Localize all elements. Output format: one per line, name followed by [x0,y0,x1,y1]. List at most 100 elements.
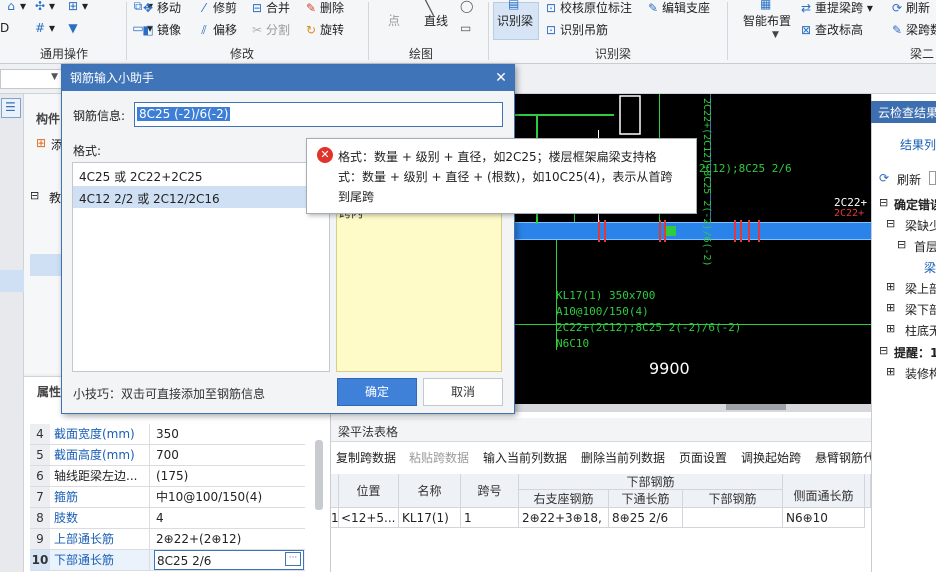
filter-icon[interactable]: ▼ [66,21,82,35]
collapse-icon[interactable]: ⊟ [886,217,895,230]
property-value-editor[interactable]: 8C25 2/6 [154,550,304,570]
panel-toggle-button[interactable]: ☰ [1,98,21,118]
cell-right-support[interactable]: 2⊕22+3⊕18, [519,508,609,528]
ok-button[interactable]: 确定 [337,378,417,406]
hash-icon[interactable]: # ▾ [33,21,55,35]
tooltip-line-1: 格式：数量 + 级别 + 直径，如2C25；楼层框架扁梁支持格 [338,150,657,164]
property-row[interactable]: 9 上部通长筋 2⊕22+(2⊕12) [30,529,305,550]
cell-name[interactable]: KL17(1) [399,508,461,528]
result-item[interactable]: 梁下部 [905,301,936,318]
rotate-button[interactable]: ↻ 旋转 [304,21,344,38]
property-value[interactable]: 4 [154,508,304,528]
merge-button[interactable]: ⊟ 合并 [250,0,290,16]
edit-support-button[interactable]: ✎ 编辑支座 [646,0,710,16]
result-item[interactable]: 梁缺少 [905,217,936,234]
cantilever-rebar-button[interactable]: 悬臂钢筋代 [815,449,871,466]
collapse-icon[interactable]: ⊟ [879,344,888,357]
recognize-stirrup-button[interactable]: ⊡ 识别吊筋 [544,21,608,38]
circle-tool-icon[interactable]: ◯ [460,0,473,13]
paste-span-button[interactable]: 粘贴跨数据 [409,449,469,466]
result-item[interactable]: 梁上部 [905,280,936,297]
add-icon[interactable]: ⊞ [36,136,46,150]
refresh-button[interactable]: 刷新 [897,171,921,188]
result-group-reminders[interactable]: 提醒：1 [894,344,936,361]
verify-annotation-button[interactable]: ⊡ 校核原位标注 [544,0,632,16]
close-icon[interactable]: ✕ [491,68,511,88]
format-item[interactable]: 4C12 2/2 或 2C12/2C16 [79,190,220,207]
property-row[interactable]: 8 肢数 4 [30,508,305,529]
offset-button[interactable]: ⫽ 偏移 [197,21,237,38]
reextract-span-button[interactable]: ⇄ 重提梁跨 ▾ [799,0,873,16]
recognize-beam-button[interactable]: 识别梁 [497,12,533,29]
property-row-selected[interactable]: 10 下部通长筋 8C25 2/6 [30,550,305,571]
property-value[interactable]: 中10@100/150(4) [154,487,304,507]
format-item[interactable]: 4C25 或 2C22+2C25 [79,168,203,185]
property-row[interactable]: 4 截面宽度(mm) 350 [30,424,305,445]
expand-icon[interactable]: ⊞ [886,280,895,293]
result-item[interactable]: 柱底无 [905,322,936,339]
property-row[interactable]: 6 轴线距梁左边... (175) [30,466,305,487]
result-item[interactable]: 装修构 [905,365,936,382]
lock-icon[interactable]: ⌂ ▾ [4,0,26,13]
dialog-title[interactable]: 钢筋输入小助手 [62,65,514,91]
expand-icon[interactable]: ⊞ [886,301,895,314]
result-item[interactable]: 首层 [914,238,936,255]
cell-bottom-rebar[interactable] [683,508,783,528]
property-value[interactable]: 2⊕22+(2⊕12) [154,529,304,549]
result-group-errors[interactable]: 确定错误 [894,196,936,213]
cell-span[interactable]: 1 [461,508,519,528]
property-name: 肢数 [51,508,150,528]
canvas-scrollbar[interactable] [514,404,871,412]
property-value[interactable]: (175) [154,466,304,486]
cell-side-through[interactable]: N6⊕10 [783,508,865,528]
span-data-icon: ✎ [891,23,903,37]
tree-item[interactable]: 教 [49,189,61,206]
left-nav-selected[interactable] [0,270,24,292]
tree-item-selected[interactable] [30,254,64,276]
property-row[interactable]: 5 截面高度(mm) 700 [30,445,305,466]
results-tab[interactable]: 结果列 [900,136,936,153]
check-elevation-button[interactable]: ⊠ 查改标高 [799,21,863,38]
collapse-icon[interactable]: ⊟ [879,196,888,209]
property-value[interactable]: 350 [154,424,304,444]
header-position: 位置 [339,474,399,508]
collapse-icon[interactable]: ⊟ [30,189,39,202]
trim-button[interactable]: ⁄ 修剪 [197,0,237,16]
cancel-button[interactable]: 取消 [423,378,503,406]
page-setup-button[interactable]: 页面设置 [679,449,727,466]
refresh-icon[interactable]: ⟳ [879,171,889,185]
line-button[interactable]: 直线 [424,12,448,29]
swap-start-span-button[interactable]: 调换起始跨 [741,449,801,466]
smart-layout-dropdown-icon[interactable]: ▼ [772,30,779,40]
refresh-support-button[interactable]: ⟳ 刷新 [890,0,930,16]
property-value[interactable]: 700 [154,445,304,465]
rebar-info-input[interactable]: 8C25 (-2)/6(-2) [134,102,503,127]
properties-scrollbar[interactable] [315,440,323,510]
input-column-button[interactable]: 输入当前列数据 [483,449,567,466]
delete-column-button[interactable]: 删除当前列数据 [581,449,665,466]
smart-layout-button[interactable]: 智能布置 [743,12,791,29]
align-icon[interactable]: ⊞ ▾ [66,0,88,13]
result-item[interactable]: 梁 [924,259,936,276]
move-button[interactable]: ✥ 移动 [141,0,181,16]
rebar-info-label: 钢筋信息: [73,109,126,123]
ellipsis-button[interactable]: ··· [285,552,301,566]
point-button[interactable]: 点 [388,12,400,29]
delete-button[interactable]: ✎ 删除 [304,0,344,16]
cell-bottom-through[interactable]: 8⊕25 2/6 [609,508,683,528]
expand-icon[interactable]: ⊞ [886,322,895,335]
mirror-button[interactable]: ◧ 镜像 [141,21,181,38]
expand-icon[interactable]: ⊞ [886,365,895,378]
filter-box[interactable] [929,171,936,185]
split-button[interactable]: ✂ 分割 [250,21,290,38]
property-row[interactable]: 7 箍筋 中10@100/150(4) [30,487,305,508]
rect-tool-icon[interactable]: ▭ [460,21,471,35]
collapse-icon[interactable]: ⊟ [897,238,906,251]
cell-position[interactable]: <12+5... [339,508,399,528]
canvas-scrollbar-thumb[interactable] [726,404,786,410]
beam-span-data-button[interactable]: ✎梁跨数 [890,21,936,38]
floor-select[interactable]: ▼ [0,69,62,89]
cloud-check-title: 云检查结果 [871,101,936,123]
copy-span-button[interactable]: 复制跨数据 [336,449,396,466]
cursor-tool-icon[interactable]: ✣ ▾ [33,0,55,13]
